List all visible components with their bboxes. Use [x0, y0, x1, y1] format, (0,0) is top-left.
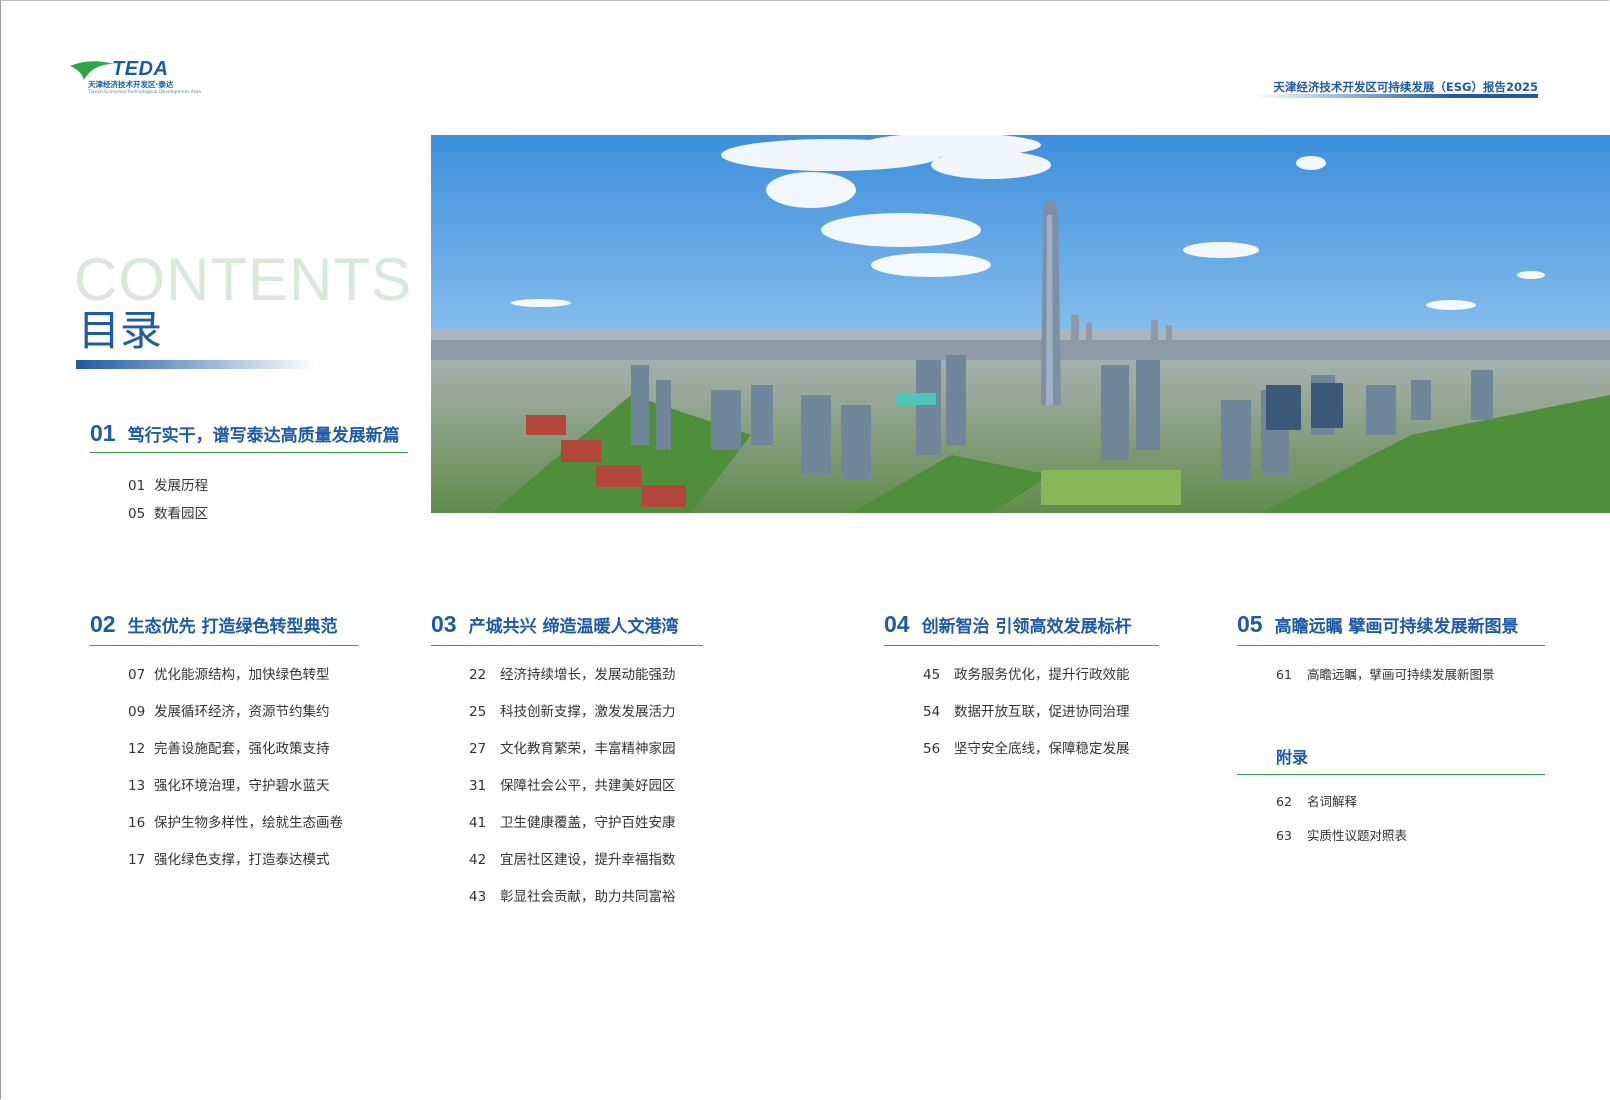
section-title: 产城共兴 缔造温暖人文港湾 — [468, 617, 679, 637]
toc-entry[interactable]: 63 实质性议题对照表 — [1276, 825, 1407, 844]
entry-label: 保护生物多样性，绘就生态画卷 — [154, 815, 343, 831]
section-number: 01 — [90, 420, 116, 446]
toc-entry[interactable]: 16 保护生物多样性，绘就生态画卷 — [128, 811, 343, 831]
entry-label: 优化能源结构，加快绿色转型 — [154, 667, 330, 683]
page-number: 05 — [128, 506, 146, 522]
page-number: 01 — [128, 478, 146, 494]
entry-label: 强化环境治理，守护碧水蓝天 — [154, 778, 330, 794]
page-number: 41 — [469, 815, 487, 831]
section-number: 05 — [1237, 611, 1263, 637]
section-02-heading[interactable]: 02 生态优先 打造绿色转型典范 — [90, 611, 338, 638]
section-divider — [1237, 645, 1545, 646]
section-divider — [90, 645, 358, 646]
toc-entry[interactable]: 42 宜居社区建设，提升幸福指数 — [469, 848, 676, 868]
page-number: 43 — [469, 889, 487, 905]
appendix-divider — [1237, 774, 1545, 775]
logo-brand: TEDA — [112, 58, 169, 80]
entry-label: 彰显社会贡献，助力共同富裕 — [500, 889, 676, 905]
section-05-heading[interactable]: 05 高瞻远瞩 擘画可持续发展新图景 — [1237, 611, 1519, 638]
page-number: 25 — [469, 704, 487, 720]
contents-heading-zh: 目录 — [78, 306, 163, 355]
toc-entry[interactable]: 12 完善设施配套，强化政策支持 — [128, 737, 330, 757]
toc-entry[interactable]: 43 彰显社会贡献，助力共同富裕 — [469, 885, 676, 905]
report-title: 天津经济技术开发区可持续发展（ESG）报告2025 — [1273, 80, 1538, 94]
section-number: 02 — [90, 611, 116, 637]
entry-label: 宜居社区建设，提升幸福指数 — [500, 852, 676, 868]
page-number: 62 — [1276, 794, 1292, 809]
page-number: 56 — [923, 741, 941, 757]
page-number: 45 — [923, 667, 941, 683]
report-title-underline — [1255, 94, 1538, 98]
page-number: 12 — [128, 741, 146, 757]
section-number: 03 — [431, 611, 457, 637]
entry-label: 完善设施配套，强化政策支持 — [154, 741, 330, 757]
toc-entry[interactable]: 09 发展循环经济，资源节约集约 — [128, 700, 330, 720]
toc-entry[interactable]: 27 文化教育繁荣，丰富精神家园 — [469, 737, 676, 757]
page-number: 31 — [469, 778, 487, 794]
entry-label: 坚守安全底线，保障稳定发展 — [954, 741, 1130, 757]
toc-entry[interactable]: 45 政务服务优化，提升行政效能 — [923, 663, 1130, 683]
contents-heading-en: CONTENTS — [74, 246, 412, 313]
section-divider — [90, 452, 408, 453]
page-number: 17 — [128, 852, 146, 868]
logo-subtitle: 天津经济技术开发区·泰达 — [88, 80, 174, 89]
contents-underline — [76, 360, 316, 369]
toc-entry[interactable]: 25 科技创新支撑，激发发展活力 — [469, 700, 676, 720]
section-divider — [884, 645, 1159, 646]
section-divider — [431, 645, 703, 646]
entry-label: 实质性议题对照表 — [1307, 828, 1408, 843]
page-number: 22 — [469, 667, 487, 683]
entry-label: 保障社会公平，共建美好园区 — [500, 778, 676, 794]
toc-entry[interactable]: 62 名词解释 — [1276, 791, 1357, 810]
section-number: 04 — [884, 611, 910, 637]
toc-entry[interactable]: 07 优化能源结构，加快绿色转型 — [128, 663, 330, 683]
entry-label: 发展历程 — [154, 478, 208, 494]
page-number: 42 — [469, 852, 487, 868]
page-number: 61 — [1276, 667, 1292, 682]
section-title: 创新智治 引领高效发展标杆 — [921, 617, 1132, 637]
toc-entry[interactable]: 54 数据开放互联，促进协同治理 — [923, 700, 1130, 720]
page-number: 27 — [469, 741, 487, 757]
toc-entry[interactable]: 01 发展历程 — [128, 474, 208, 494]
section-03-heading[interactable]: 03 产城共兴 缔造温暖人文港湾 — [431, 611, 679, 638]
page-number: 16 — [128, 815, 146, 831]
logo-subtitle-en: Tianjin Economic-Technological Developme… — [88, 90, 202, 95]
city-skyline-photo — [431, 135, 1610, 513]
toc-entry[interactable]: 31 保障社会公平，共建美好园区 — [469, 774, 676, 794]
page-number: 63 — [1276, 828, 1292, 843]
entry-label: 数据开放互联，促进协同治理 — [954, 704, 1130, 720]
toc-entry[interactable]: 41 卫生健康覆盖，守护百姓安康 — [469, 811, 676, 831]
page-number: 07 — [128, 667, 146, 683]
section-04-heading[interactable]: 04 创新智治 引领高效发展标杆 — [884, 611, 1132, 638]
toc-entry[interactable]: 17 强化绿色支撑，打造泰达模式 — [128, 848, 330, 868]
entry-label: 强化绿色支撑，打造泰达模式 — [154, 852, 330, 868]
section-01-heading[interactable]: 01 笃行实干，谱写泰达高质量发展新篇 — [90, 420, 400, 447]
entry-label: 发展循环经济，资源节约集约 — [154, 704, 330, 720]
entry-label: 高瞻远瞩，擘画可持续发展新图景 — [1307, 667, 1495, 682]
page-number: 09 — [128, 704, 146, 720]
entry-label: 科技创新支撑，激发发展活力 — [500, 704, 676, 720]
toc-entry[interactable]: 22 经济持续增长，发展动能强劲 — [469, 663, 676, 683]
section-title: 笃行实干，谱写泰达高质量发展新篇 — [127, 426, 400, 446]
page-number: 13 — [128, 778, 146, 794]
entry-label: 名词解释 — [1307, 794, 1358, 809]
section-title: 生态优先 打造绿色转型典范 — [127, 617, 338, 637]
toc-entry[interactable]: 13 强化环境治理，守护碧水蓝天 — [128, 774, 330, 794]
teda-logo: TEDA 天津经济技术开发区·泰达 Tianjin Economic-Techn… — [70, 58, 202, 98]
page-number: 54 — [923, 704, 941, 720]
toc-entry[interactable]: 61 高瞻远瞩，擘画可持续发展新图景 — [1276, 664, 1495, 683]
entry-label: 经济持续增长，发展动能强劲 — [500, 667, 676, 683]
toc-entry[interactable]: 05 数看园区 — [128, 502, 208, 522]
entry-label: 政务服务优化，提升行政效能 — [954, 667, 1130, 683]
toc-entry[interactable]: 56 坚守安全底线，保障稳定发展 — [923, 737, 1130, 757]
entry-label: 卫生健康覆盖，守护百姓安康 — [500, 815, 676, 831]
section-title: 高瞻远瞩 擘画可持续发展新图景 — [1274, 617, 1519, 637]
entry-label: 文化教育繁荣，丰富精神家园 — [500, 741, 676, 757]
appendix-title[interactable]: 附录 — [1276, 744, 1308, 768]
entry-label: 数看园区 — [154, 506, 208, 522]
